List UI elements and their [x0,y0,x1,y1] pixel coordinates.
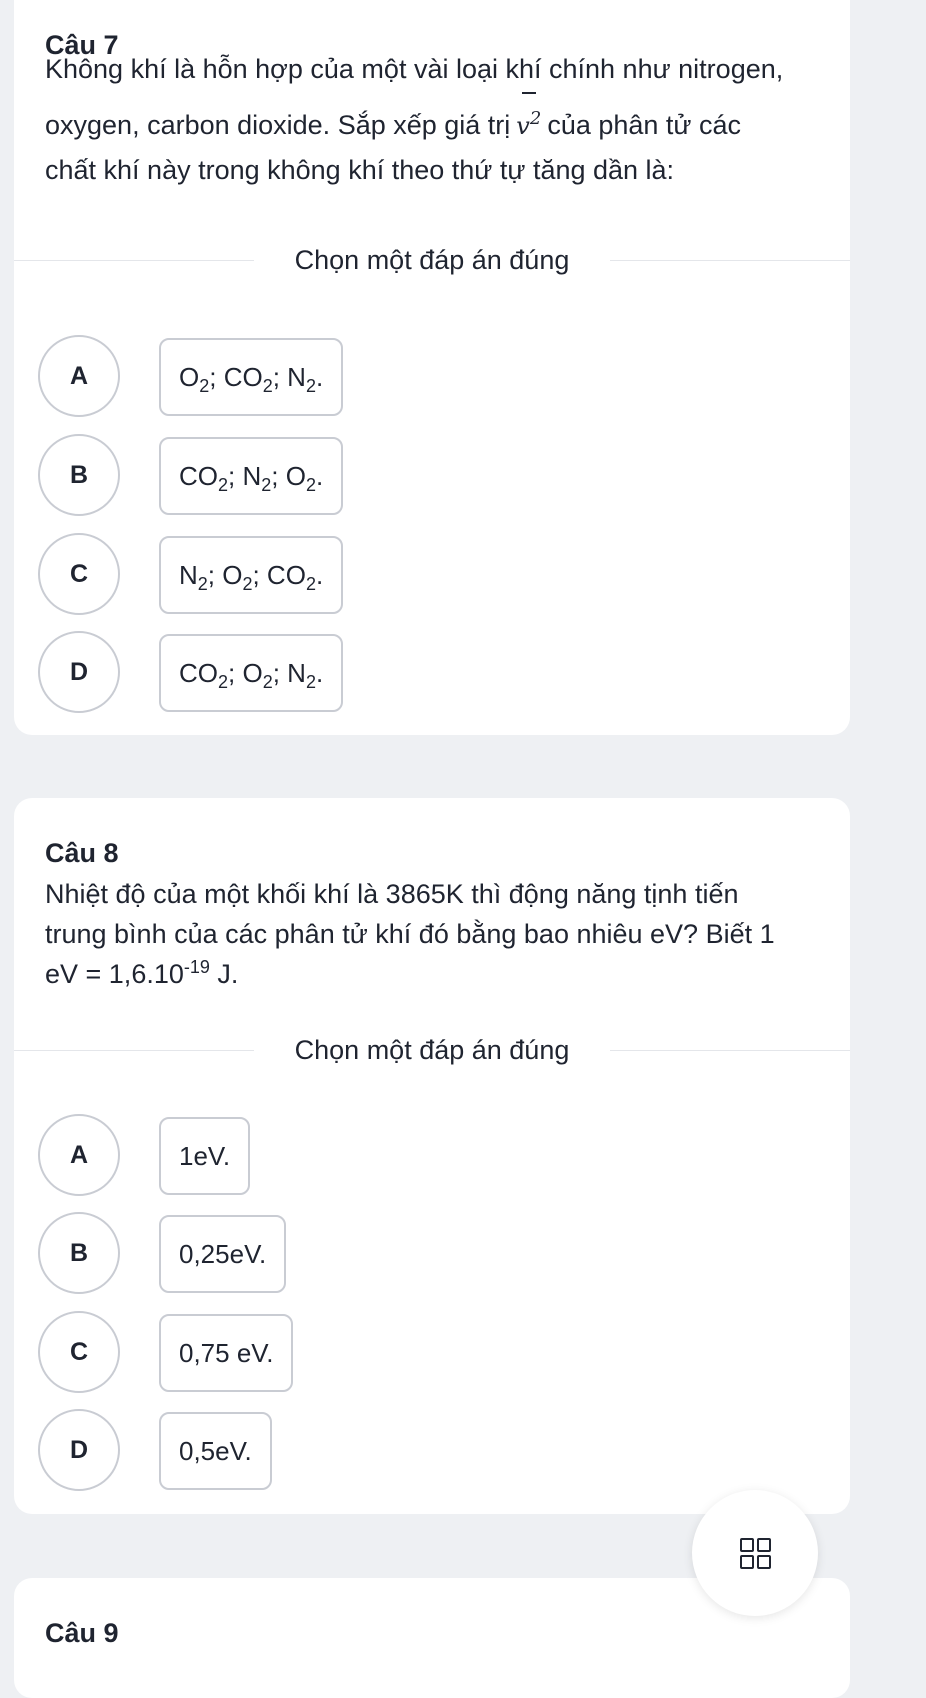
option-letter[interactable]: C [38,533,120,615]
option-letter[interactable]: B [38,434,120,516]
option-c[interactable]: C N2; O2; CO2. [38,533,638,615]
question-text: Nhiệt độ của một khối khí là 3865K thì đ… [45,874,835,994]
option-letter[interactable]: D [38,631,120,713]
question-text-line: Nhiệt độ của một khối khí là 3865K thì đ… [45,879,739,909]
option-letter[interactable]: C [38,1311,120,1393]
option-answer-box[interactable]: 0,75 eV. [159,1314,294,1392]
question-card-8: Câu 8 Nhiệt độ của một khối khí là 3865K… [14,798,850,1514]
option-letter[interactable]: A [38,1114,120,1196]
option-answer-box[interactable]: CO2; O2; N2. [159,634,344,712]
option-answer-box[interactable]: N2; O2; CO2. [159,536,344,614]
option-b[interactable]: B 0,25eV. [38,1212,638,1294]
option-letter[interactable]: B [38,1212,120,1294]
question-grid-button[interactable] [692,1490,818,1616]
question-text-segment: oxygen, carbon dioxide. Sắp xếp giá trị [45,110,511,140]
question-text-line: eV = 1,6.10-19 J. [45,954,835,994]
question-text-segment: của phân tử các [547,110,742,140]
option-d[interactable]: D CO2; O2; N2. [38,631,638,713]
option-b[interactable]: B CO2; N2; O2. [38,434,638,516]
question-title: Câu 8 [45,838,119,868]
question-card-7: Câu 7 Không khí là hỗn hợp của một vài l… [14,0,850,735]
formula-v-squared: v2 [516,92,542,146]
option-c[interactable]: C 0,75 eV. [38,1311,638,1393]
answer-prompt: Chọn một đáp án đúng [294,1035,570,1065]
option-letter[interactable]: D [38,1409,120,1491]
ev-exponent: -19 [183,957,210,977]
option-answer-box[interactable]: 0,5eV. [159,1412,272,1490]
answer-prompt: Chọn một đáp án đúng [294,245,570,275]
grid-icon [740,1538,772,1570]
question-title: Câu 9 [45,1618,119,1648]
formula-symbol: v [516,112,530,140]
question-text-line: Không khí là hỗn hợp của một vài loại kh… [45,54,784,84]
option-a[interactable]: A 1eV. [38,1114,638,1196]
question-text-line: trung bình của các phân tử khí đó bằng b… [45,919,775,949]
formula-exponent: 2 [529,108,542,129]
question-text-line: chất khí này trong không khí theo thứ tự… [45,155,675,185]
option-letter[interactable]: A [38,335,120,417]
question-text-line: oxygen, carbon dioxide. Sắp xếp giá trị v… [45,92,835,146]
option-answer-box[interactable]: O2; CO2; N2. [159,338,344,416]
answer-prompt-divider: Chọn một đáp án đúng [14,245,850,275]
option-a[interactable]: A O2; CO2; N2. [38,335,638,417]
ev-unit: J. [209,959,239,989]
answer-prompt-divider: Chọn một đáp án đúng [14,1035,850,1065]
option-answer-box[interactable]: 1eV. [159,1117,251,1195]
option-answer-box[interactable]: 0,25eV. [159,1215,287,1293]
ev-definition: eV = 1,6.10 [45,959,184,989]
option-answer-box[interactable]: CO2; N2; O2. [159,437,344,515]
question-text: Không khí là hỗn hợp của một vài loại kh… [45,49,835,190]
option-d[interactable]: D 0,5eV. [38,1409,638,1491]
